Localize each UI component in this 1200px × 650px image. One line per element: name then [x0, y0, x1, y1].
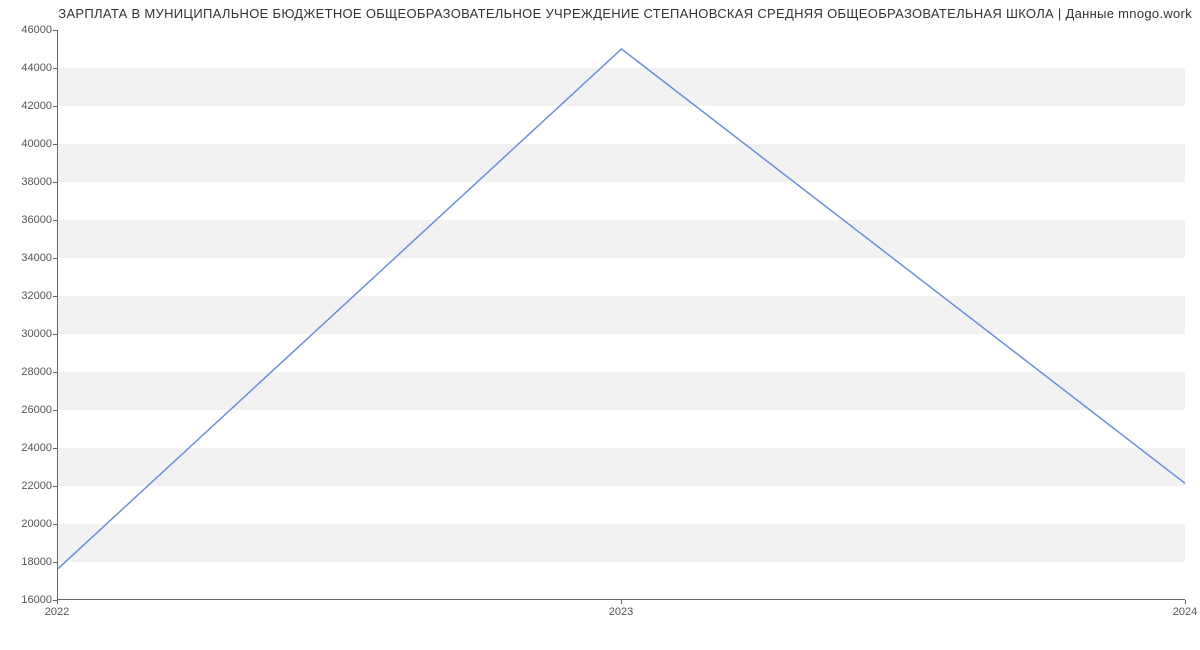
- y-tick-mark: [53, 144, 57, 145]
- chart-container: 16000 18000 20000 22000 24000 26000 28000 30000…: [0, 24, 1200, 634]
- y-tick-label: 28000: [4, 366, 52, 378]
- chart-title: ЗАРПЛАТА В МУНИЦИПАЛЬНОЕ БЮДЖЕТНОЕ ОБЩЕО…: [0, 0, 1200, 21]
- y-tick-mark: [53, 258, 57, 259]
- y-tick-mark: [53, 106, 57, 107]
- y-tick-mark: [53, 30, 57, 31]
- y-tick-mark: [53, 182, 57, 183]
- y-tick-label: 24000: [4, 442, 52, 454]
- y-tick-label: 16000: [4, 594, 52, 606]
- line-chart-svg: [58, 30, 1185, 599]
- y-tick-mark: [53, 220, 57, 221]
- y-tick-mark: [53, 486, 57, 487]
- y-tick-mark: [53, 68, 57, 69]
- y-tick-label: 20000: [4, 518, 52, 530]
- plot-area: [57, 30, 1185, 600]
- y-tick-label: 46000: [4, 24, 52, 36]
- x-tick-label: 2023: [609, 606, 633, 618]
- y-tick-mark: [53, 524, 57, 525]
- y-tick-label: 40000: [4, 138, 52, 150]
- x-tick-label: 2022: [45, 606, 69, 618]
- x-tick-mark: [1185, 600, 1186, 604]
- data-line: [58, 49, 1185, 569]
- y-tick-label: 18000: [4, 556, 52, 568]
- y-tick-label: 32000: [4, 290, 52, 302]
- y-tick-label: 44000: [4, 62, 52, 74]
- y-tick-label: 36000: [4, 214, 52, 226]
- x-tick-mark: [621, 600, 622, 604]
- y-tick-label: 30000: [4, 328, 52, 340]
- y-tick-mark: [53, 372, 57, 373]
- y-tick-label: 38000: [4, 176, 52, 188]
- x-tick-label: 2024: [1173, 606, 1197, 618]
- x-tick-mark: [57, 600, 58, 604]
- y-tick-label: 34000: [4, 252, 52, 264]
- y-tick-mark: [53, 334, 57, 335]
- y-tick-mark: [53, 562, 57, 563]
- y-tick-mark: [53, 410, 57, 411]
- y-tick-label: 42000: [4, 100, 52, 112]
- y-tick-label: 26000: [4, 404, 52, 416]
- y-tick-mark: [53, 296, 57, 297]
- y-tick-label: 22000: [4, 480, 52, 492]
- y-tick-mark: [53, 448, 57, 449]
